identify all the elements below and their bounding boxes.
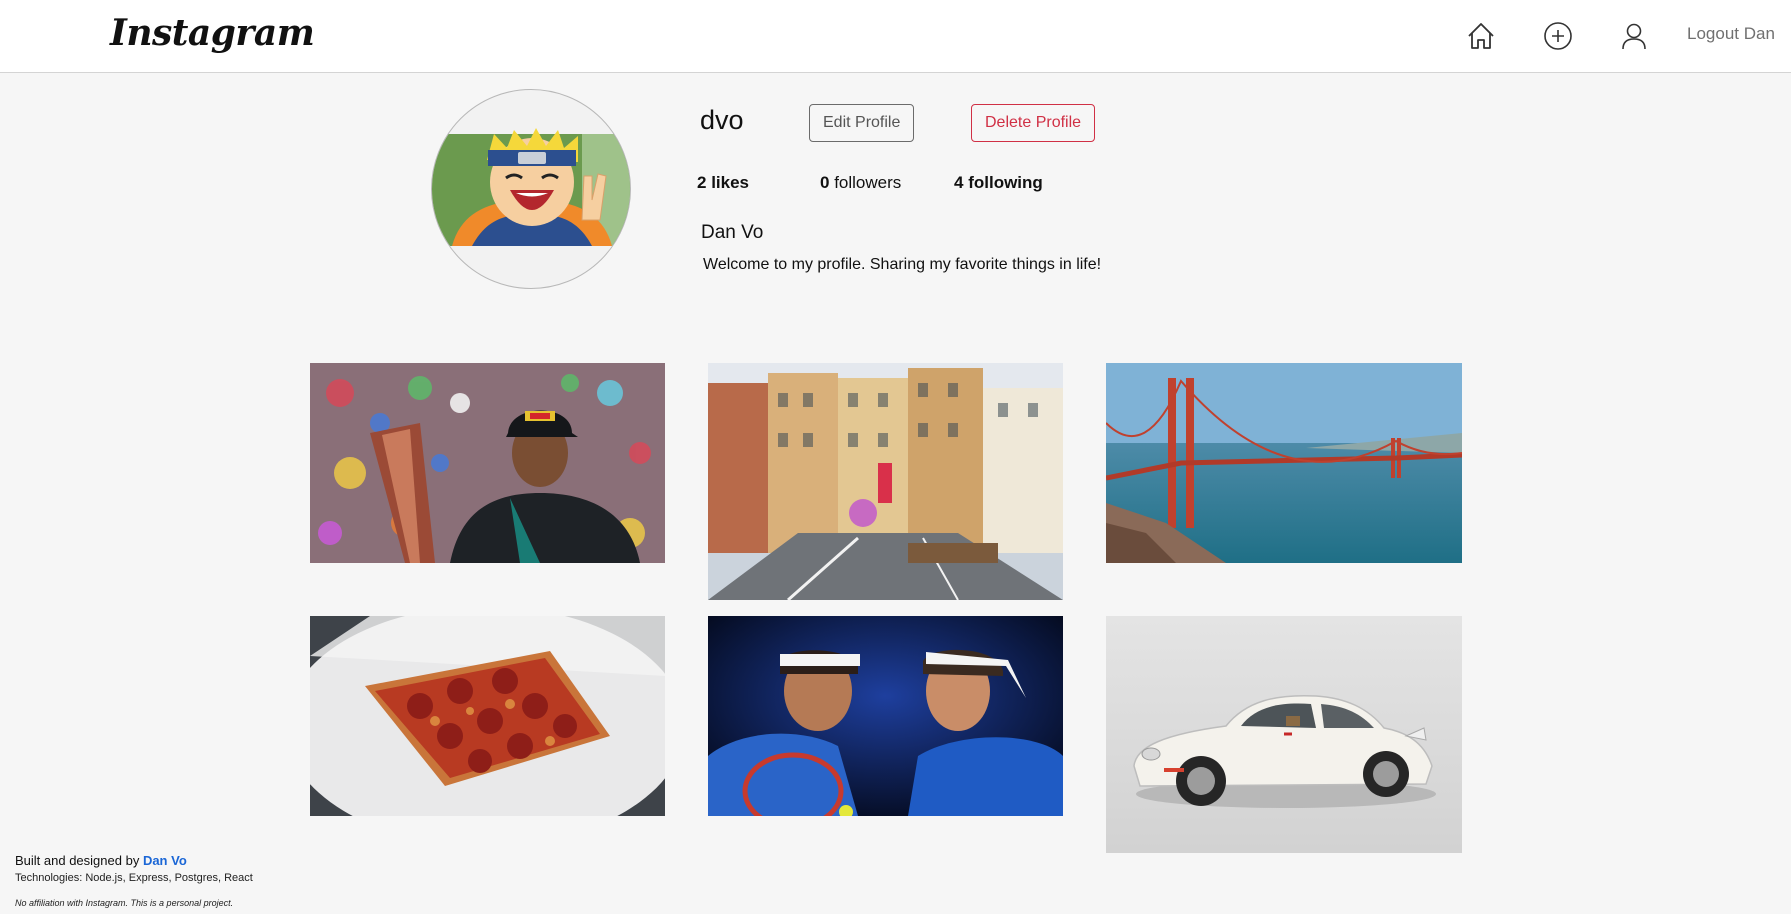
likes-label: likes <box>711 173 750 192</box>
following-count: 4 <box>954 173 964 192</box>
followers-count: 0 <box>820 173 830 192</box>
footer-technologies: Technologies: Node.js, Express, Postgres… <box>15 872 253 884</box>
likes-stat: 2 likes <box>697 173 749 193</box>
post-tennis-players[interactable] <box>708 616 1063 816</box>
footer-disclaimer: No affiliation with Instagram. This is a… <box>15 898 234 908</box>
delete-profile-button[interactable]: Delete Profile <box>971 104 1096 142</box>
user-icon[interactable] <box>1614 16 1654 56</box>
likes-count: 2 <box>697 173 707 192</box>
add-post-icon[interactable] <box>1538 16 1578 56</box>
profile-username: dvo <box>700 105 744 135</box>
edit-profile-button[interactable]: Edit Profile <box>809 104 915 142</box>
post-golden-gate-bridge[interactable] <box>1106 363 1462 563</box>
following-stat[interactable]: 4 following <box>954 173 1043 193</box>
logout-button[interactable]: Logout Dan <box>1687 24 1775 44</box>
post-pepperoni-pizza[interactable] <box>310 616 665 816</box>
post-city-street[interactable] <box>708 363 1063 600</box>
post-racing-driver-trophy[interactable] <box>310 363 665 563</box>
navbar: Instagram Logout Dan <box>0 0 1791 73</box>
footer-built-prefix: Built and designed by <box>15 853 140 868</box>
profile-full-name: Dan Vo <box>701 222 764 243</box>
profile-avatar <box>431 89 631 289</box>
post-white-sports-car[interactable] <box>1106 616 1462 853</box>
footer-credits: Built and designed by Dan Vo <box>15 853 187 868</box>
home-icon[interactable] <box>1461 16 1501 56</box>
following-label: following <box>968 173 1043 192</box>
profile-bio: Welcome to my profile. Sharing my favori… <box>703 256 1102 273</box>
instagram-logo[interactable]: Instagram <box>110 12 315 54</box>
author-link[interactable]: Dan Vo <box>143 853 187 868</box>
followers-stat[interactable]: 0 followers <box>820 173 901 193</box>
followers-label: followers <box>834 173 902 192</box>
